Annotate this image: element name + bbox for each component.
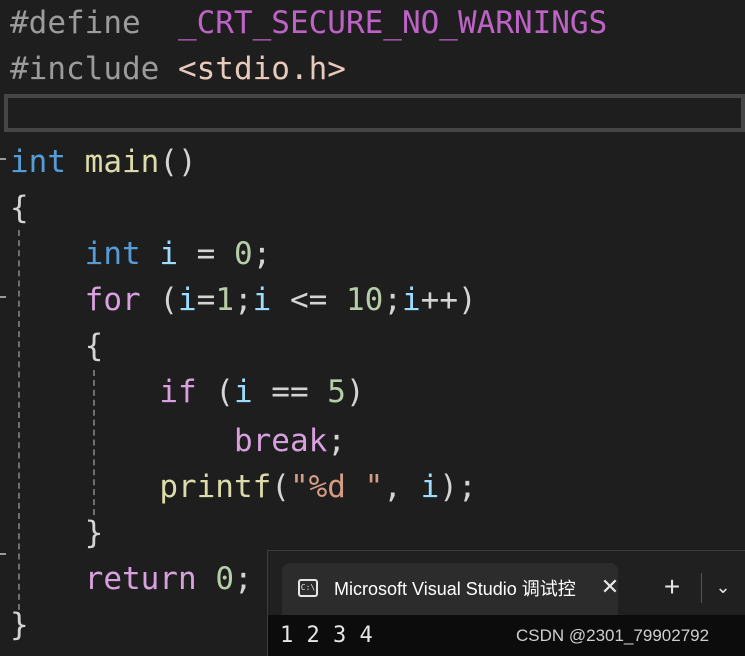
code-line-8[interactable]: {	[10, 323, 104, 369]
operator: <=	[271, 282, 346, 318]
variable: i	[252, 282, 272, 318]
function-name: main	[84, 144, 160, 180]
punctuation: (	[196, 374, 234, 410]
punctuation: ;	[252, 236, 272, 272]
code-line-14[interactable]: }	[10, 602, 29, 648]
number-literal: 0	[215, 561, 234, 597]
watermark: CSDN @2301_79902792	[516, 626, 710, 645]
punctuation: ()	[159, 144, 197, 180]
punctuation: ;	[233, 561, 253, 597]
string-literal: "%d "	[289, 469, 384, 505]
number-literal: 0	[234, 236, 253, 272]
punctuation: ,	[383, 469, 421, 505]
console-output: 1 2 3 4	[280, 623, 373, 648]
code-line-7[interactable]: for (i=1;i <= 10;i++)	[10, 277, 477, 323]
control-keyword: for	[84, 282, 141, 318]
current-line-highlight	[4, 94, 745, 132]
punctuation: ;	[383, 282, 402, 318]
fold-marker	[0, 296, 6, 298]
punctuation: )	[458, 282, 477, 318]
punctuation: )	[345, 374, 365, 410]
close-icon[interactable]: ✕	[598, 575, 622, 599]
control-keyword: if	[159, 374, 197, 410]
operator: =	[178, 236, 234, 272]
number-literal: 1	[215, 282, 234, 318]
chevron-down-icon[interactable]: ⌄	[709, 573, 737, 601]
console-tab[interactable]: C:\ Microsoft Visual Studio 调试控 ✕	[282, 563, 619, 615]
control-keyword: break	[233, 423, 328, 459]
type-keyword: int	[10, 144, 66, 180]
code-line-13[interactable]: return 0;	[10, 556, 253, 602]
punctuation: (	[271, 469, 290, 505]
code-line-2[interactable]: #include <stdio.h>	[10, 46, 346, 92]
code-line-6[interactable]: int i = 0;	[10, 231, 272, 277]
number-literal: 5	[327, 374, 346, 410]
fold-marker	[0, 553, 6, 555]
console-tab-title: Microsoft Visual Studio 调试控	[334, 579, 576, 599]
code-line-1[interactable]: #define _CRT_SECURE_NO_WARNINGS	[10, 0, 607, 46]
include-header: <stdio.h>	[177, 51, 346, 87]
cmd-icon: C:\	[298, 579, 318, 597]
code-line-9[interactable]: if (i == 5)	[10, 369, 365, 415]
new-tab-button[interactable]: +	[658, 573, 686, 601]
operator: =	[196, 282, 216, 318]
console-output-area[interactable]: 1 2 3 4 CSDN @2301_79902792	[268, 615, 745, 656]
code-line-10[interactable]: break;	[10, 418, 346, 464]
macro-name: _CRT_SECURE_NO_WARNINGS	[177, 5, 608, 41]
variable: i	[159, 236, 178, 272]
fold-marker	[0, 158, 6, 160]
code-line-4[interactable]: int main()	[10, 139, 197, 185]
function-name: printf	[159, 469, 272, 505]
punctuation: ;	[234, 282, 253, 318]
code-line-11[interactable]: printf("%d ", i);	[10, 464, 477, 510]
operator: ++	[420, 282, 458, 318]
punctuation: );	[439, 469, 477, 505]
open-brace: {	[10, 190, 29, 226]
operator: ==	[252, 374, 328, 410]
debug-console-window[interactable]: C:\ Microsoft Visual Studio 调试控 ✕ + ⌄ 1 …	[267, 550, 745, 656]
close-brace: }	[84, 515, 104, 551]
variable: i	[177, 282, 197, 318]
control-keyword: return	[84, 561, 197, 597]
close-brace: }	[10, 607, 29, 643]
variable: i	[402, 282, 421, 318]
variable: i	[233, 374, 253, 410]
number-literal: 10	[346, 282, 384, 318]
tab-divider	[701, 573, 702, 603]
open-brace: {	[84, 328, 104, 364]
code-line-5[interactable]: {	[10, 185, 29, 231]
code-line-12[interactable]: }	[10, 510, 104, 556]
type-keyword: int	[84, 236, 141, 272]
preprocessor-directive: #include	[10, 51, 160, 87]
punctuation: ;	[327, 423, 346, 459]
variable: i	[420, 469, 440, 505]
preprocessor-directive: #define	[10, 5, 141, 41]
punctuation: (	[140, 282, 178, 318]
